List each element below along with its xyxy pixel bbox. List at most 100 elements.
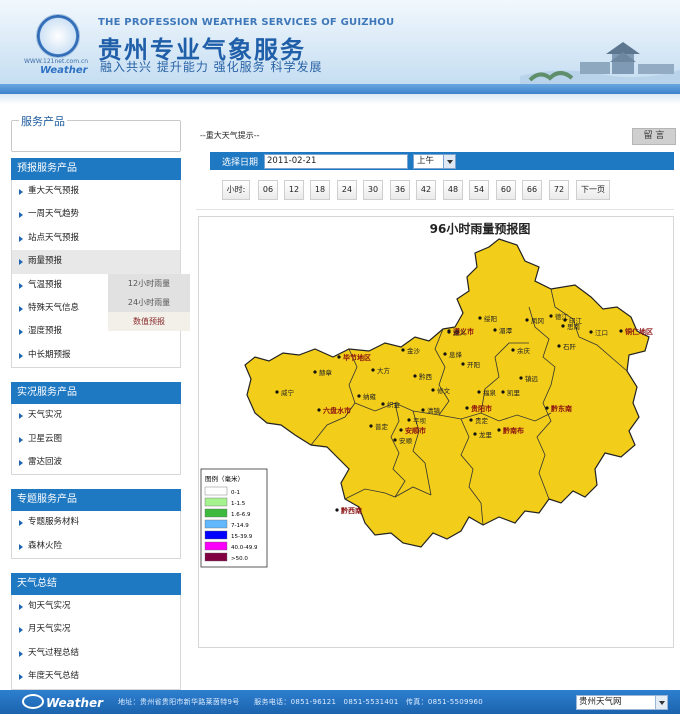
city-dot [369, 424, 373, 428]
county-label: 织金 [387, 400, 401, 409]
hour-button-24[interactable]: 24 [337, 180, 357, 200]
county-label: 贵定 [475, 416, 489, 425]
map-title: 96小时雨量预报图 [430, 221, 531, 236]
county-label: 息烽 [449, 350, 463, 359]
city-dot [275, 390, 279, 394]
county-label: 黔西 [419, 372, 433, 381]
city-dot [317, 408, 321, 412]
hour-button-60[interactable]: 60 [496, 180, 516, 200]
legend-label: 1-1.5 [231, 501, 246, 507]
sidebar-item-dekad-summary[interactable]: 旬天气实况 [12, 595, 180, 618]
county-label: 镇远 [525, 374, 539, 383]
legend-swatch [204, 486, 228, 496]
sidebar-item-radar[interactable]: 雷达回波 [12, 451, 180, 474]
weather-logo-icon[interactable] [36, 14, 80, 58]
section-special-header[interactable]: 专题服务产品 [11, 489, 181, 512]
hour-button-54[interactable]: 54 [469, 180, 489, 200]
hour-button-72[interactable]: 72 [549, 180, 569, 200]
legend-label: 7-14.9 [231, 523, 249, 529]
legend-swatch [204, 541, 228, 551]
sidebar-item-rainfall-forecast[interactable]: 雨量预报 [12, 250, 180, 274]
city-dot [477, 390, 481, 394]
sidebar-item-annual-summary[interactable]: 年度天气总结 [12, 665, 180, 688]
sidebar-item-satellite[interactable]: 卫星云图 [12, 428, 180, 451]
footer-logo[interactable]: Weather [22, 694, 103, 710]
legend-label: 0-1 [231, 490, 240, 496]
city-dot [497, 428, 501, 432]
chevron-down-icon[interactable] [655, 696, 667, 709]
city-dot [525, 318, 529, 322]
hour-button-48[interactable]: 48 [443, 180, 463, 200]
city-dot [561, 324, 565, 328]
hour-button-30[interactable]: 30 [363, 180, 383, 200]
period-select[interactable]: 上午 [413, 154, 456, 169]
city-dot [443, 352, 447, 356]
hour-button-36[interactable]: 36 [390, 180, 410, 200]
sidebar-item-weather-observation[interactable]: 天气实况 [12, 404, 180, 427]
chevron-down-icon[interactable] [443, 155, 455, 168]
site-link-select[interactable]: 贵州天气网 [576, 695, 668, 710]
map-legend: 图例（毫米） 0-1 1-1.5 1.6-6.9 7-14.9 15-39.9 40.0-… [200, 468, 268, 568]
city-dot [421, 408, 425, 412]
city-dot [399, 428, 403, 432]
sidebar-item-long-range[interactable]: 中长期预报 [12, 344, 180, 367]
section-observation-header[interactable]: 实况服务产品 [11, 382, 181, 405]
county-label: 赫章 [319, 368, 333, 377]
logo-text: Weather [40, 65, 88, 76]
section-forecast-list: 重大天气预报 一周天气趋势 站点天气预报 雨量预报 气温预报 特殊天气信息 湿度… [11, 180, 190, 369]
section-observation-list: 天气实况 卫星云图 雷达回波 [11, 404, 181, 476]
section-summary-header[interactable]: 天气总结 [11, 573, 181, 596]
hour-button-12[interactable]: 12 [284, 180, 304, 200]
period-select-value: 上午 [417, 156, 435, 166]
flyout-item-12h[interactable]: 12小时雨量 [108, 274, 190, 293]
flyout-item-24h[interactable]: 24小时雨量 [108, 293, 190, 312]
city-dot [519, 376, 523, 380]
flyout-item-numerical[interactable]: 数值预报 [108, 312, 190, 331]
county-label: 福泉 [483, 388, 497, 397]
sidebar-item-forest-fire[interactable]: 森林火险 [12, 535, 180, 558]
county-label: 凯里 [507, 389, 521, 397]
city-dot [413, 374, 417, 378]
sidebar-item-major-weather[interactable]: 重大天气预报 [12, 180, 180, 203]
legend-label: 1.6-6.9 [231, 512, 251, 518]
sidebar-item-monthly-summary[interactable]: 月天气实况 [12, 618, 180, 641]
hour-button-06[interactable]: 06 [258, 180, 278, 200]
site-slogan: 融入共兴 提升能力 强化服务 科学发展 [100, 60, 323, 74]
city-dot [407, 418, 411, 422]
county-label: 龙里 [479, 430, 493, 439]
sidebar-item-weekly-trend[interactable]: 一周天气趋势 [12, 203, 180, 226]
date-label: 选择日期 [222, 158, 259, 168]
county-label: 清镇 [427, 406, 441, 415]
sidebar-item-special-materials[interactable]: 专题服务材料 [12, 511, 180, 534]
county-label: 修文 [437, 386, 451, 395]
rainfall-map-frame: 96小时雨量预报图 图例（毫米） 0-1 1-1.5 1.6-6.9 7-14.… [198, 216, 674, 648]
site-url: WWW.121net.com.cn [24, 58, 89, 65]
county-label: 绥阳 [484, 314, 497, 323]
divider [196, 209, 674, 210]
city-dot [461, 362, 465, 366]
footer-address: 地址：贵州省贵阳市新华路莱茵特9号 服务电话：0851-96121 0851-5… [118, 698, 483, 706]
city-dot [589, 330, 593, 334]
hour-button-18[interactable]: 18 [310, 180, 330, 200]
city-dot [493, 328, 497, 332]
next-page-button[interactable]: 下一页 [576, 180, 610, 200]
city-dot [381, 402, 385, 406]
sidebar-item-process-summary[interactable]: 天气过程总结 [12, 642, 180, 665]
section-forecast-header[interactable]: 预报服务产品 [11, 158, 181, 180]
sidebar-item-station-forecast[interactable]: 站点天气预报 [12, 227, 180, 250]
city-dot [337, 355, 341, 359]
footer-logo-text: Weather [46, 696, 104, 710]
county-label: 石阡 [563, 342, 577, 351]
county-label: 威宁 [281, 388, 295, 397]
hour-button-66[interactable]: 66 [522, 180, 542, 200]
county-label: 安顺 [399, 436, 413, 445]
hours-label: 小时: [222, 180, 250, 200]
section-summary-list: 旬天气实况 月天气实况 天气过程总结 年度天气总结 [11, 595, 181, 690]
city-dot [465, 406, 469, 410]
service-products-box: 服务产品 [11, 113, 181, 152]
date-input[interactable]: 2011-02-21 [264, 154, 408, 169]
hour-button-42[interactable]: 42 [416, 180, 436, 200]
county-label: 余庆 [517, 346, 531, 355]
site-header: WWW.121net.com.cn Weather THE PROFESSION… [0, 0, 680, 84]
message-button[interactable]: 留 言 [632, 128, 676, 145]
